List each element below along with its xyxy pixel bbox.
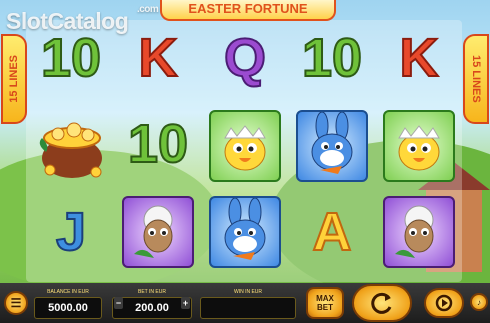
symbol-10: 10: [127, 114, 189, 174]
chick-icon: [224, 125, 266, 171]
symbol-tile-bunny: [296, 110, 368, 182]
bunny-icon: [224, 197, 266, 260]
symbol-tile-chick: [209, 110, 281, 182]
symbol-10: 10: [40, 28, 102, 88]
symbol-k: K: [138, 28, 179, 88]
lines-badge-left: 15 LINES: [1, 34, 27, 124]
symbol-tile-bunny: [209, 196, 281, 268]
speaker-icon: ♪: [477, 297, 481, 307]
watermark: SlotCatalog .com: [6, 4, 159, 35]
balance-label: BALANCE IN EUR: [47, 289, 89, 295]
symbol-k: K: [399, 28, 440, 88]
bet-plus-button[interactable]: +: [181, 297, 190, 309]
reel-cell: [293, 110, 371, 182]
chick-icon: [398, 125, 440, 171]
reel-cell: Q: [206, 22, 284, 94]
symbol-tile-lamb: [383, 196, 455, 268]
lines-badge-right: 15 LINES: [463, 34, 489, 124]
reel-grid: 10 K Q 10 K 10 J A: [26, 20, 462, 282]
reel-cell: [380, 196, 458, 268]
symbol-10: 10: [301, 28, 363, 88]
symbol-q: Q: [223, 28, 267, 88]
bet-value: 200.00: [112, 297, 192, 319]
bet-minus-button[interactable]: −: [114, 297, 123, 309]
symbol-tile-lamb: [122, 196, 194, 268]
lines-badge-left-label: 15 LINES: [8, 55, 20, 103]
symbol-j: J: [55, 202, 87, 262]
reel-cell: 10: [293, 22, 371, 94]
lines-badge-right-label: 15 LINES: [470, 55, 482, 103]
game-title: EASTER FORTUNE: [160, 0, 336, 21]
win-value: [200, 297, 296, 319]
watermark-text: SlotCatalog: [6, 8, 129, 34]
refresh-icon: [371, 292, 392, 314]
spin-button[interactable]: [352, 284, 412, 322]
balance-field: BALANCE IN EUR 5000.00: [34, 289, 102, 319]
symbol-tile-chick: [383, 110, 455, 182]
reel-cell: K: [119, 22, 197, 94]
win-label: WIN IN EUR: [233, 289, 263, 295]
balance-value: 5000.00: [34, 297, 102, 319]
win-field: WIN IN EUR: [200, 289, 296, 319]
autoplay-icon: [435, 294, 453, 312]
reel-cell: J: [32, 196, 110, 268]
lamb-icon: [395, 205, 434, 258]
pot-of-gold-icon: [39, 122, 102, 178]
bunny-icon: [311, 111, 353, 174]
control-bar: ☰ BALANCE IN EUR 5000.00 BET IN EUR 200.…: [0, 283, 490, 323]
max-bet-button[interactable]: MAX BET: [306, 287, 344, 319]
menu-button[interactable]: ☰: [4, 291, 28, 315]
lamb-icon: [134, 205, 173, 258]
reel-cell: [206, 196, 284, 268]
reel-cell: 10: [119, 108, 197, 180]
bet-label: BET IN EUR: [138, 289, 166, 295]
symbol-a: A: [312, 202, 353, 262]
reel-cell: [119, 196, 197, 268]
game-stage: SlotCatalog .com EASTER FORTUNE 15 LINES …: [0, 0, 490, 323]
reel-cell: [32, 108, 110, 180]
sound-button[interactable]: ♪: [470, 293, 488, 311]
reel-cell: [206, 110, 284, 182]
autoplay-button[interactable]: [424, 288, 464, 318]
menu-icon: ☰: [10, 296, 22, 310]
reel-cell: K: [380, 22, 458, 94]
bet-field: BET IN EUR 200.00: [112, 289, 192, 319]
reel-cell: A: [293, 196, 371, 268]
watermark-tld: .com: [136, 4, 159, 15]
reel-cell: [380, 110, 458, 182]
